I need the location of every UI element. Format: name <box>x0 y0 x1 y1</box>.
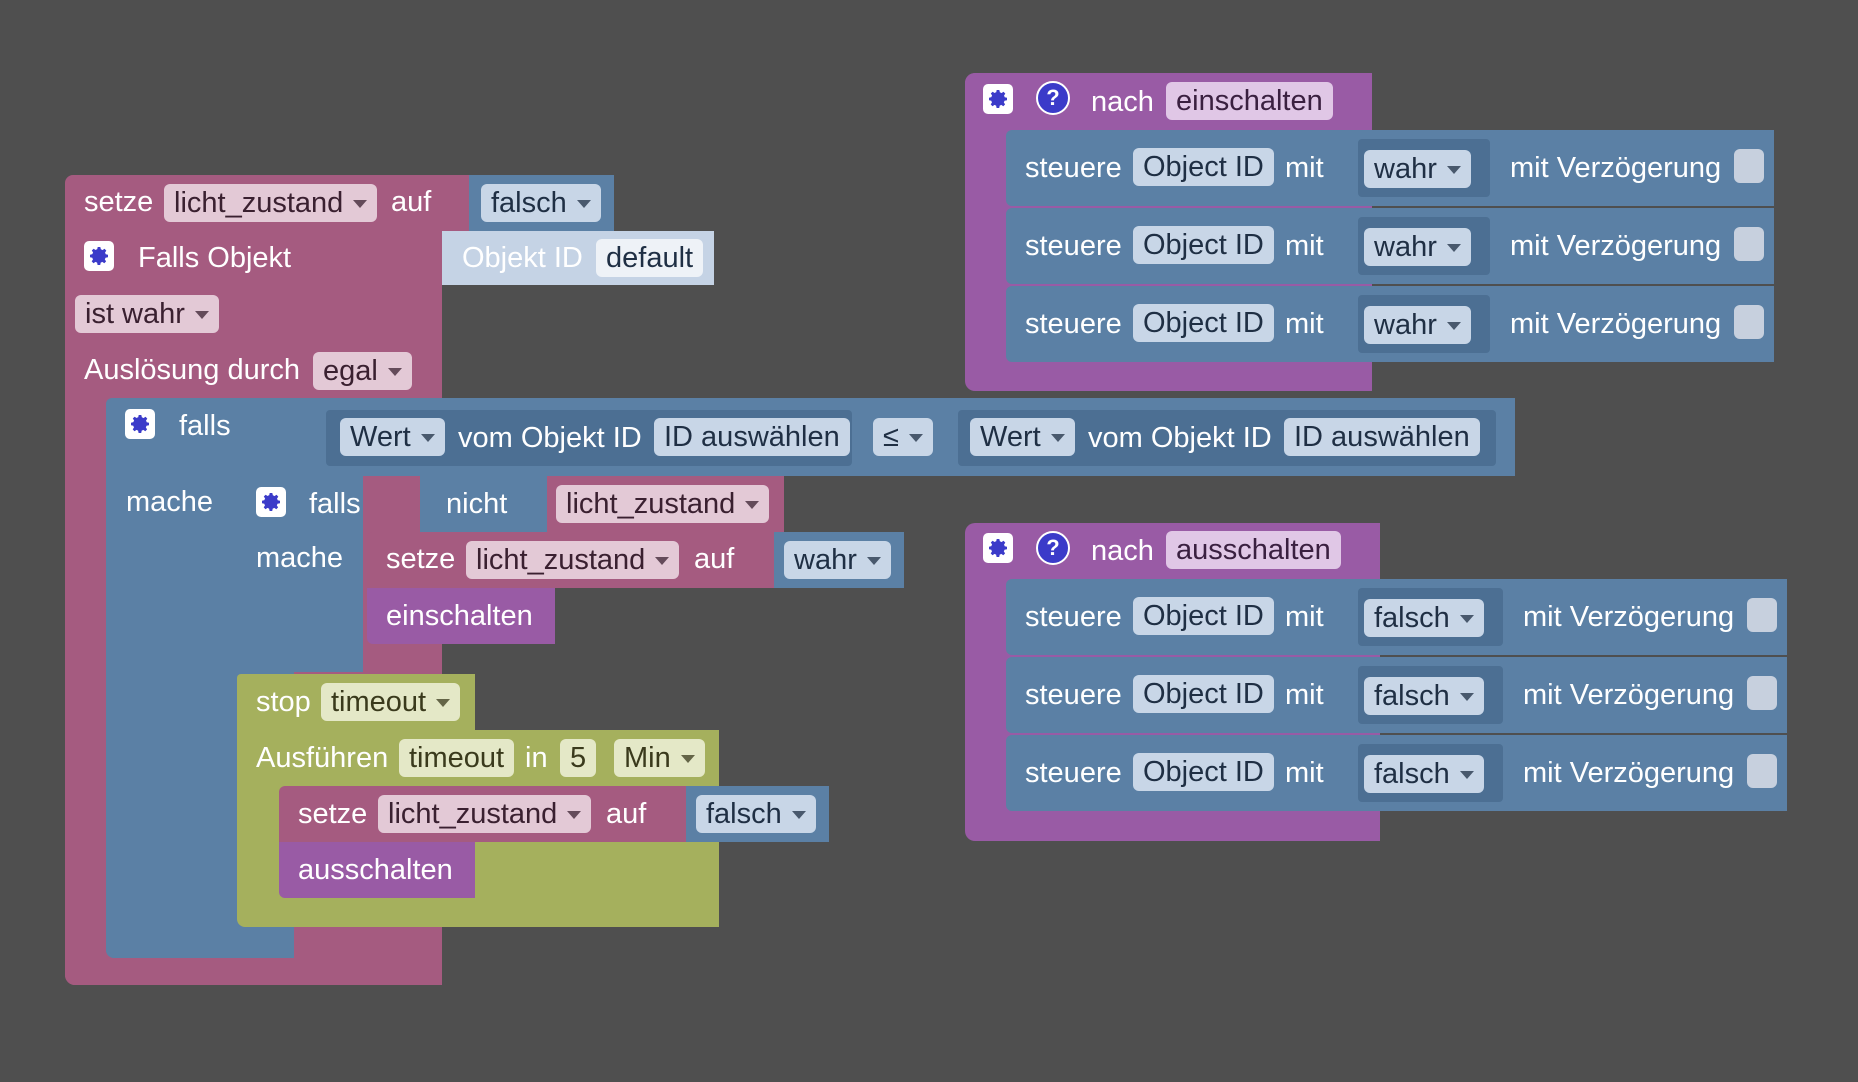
object-id-value[interactable]: default <box>596 239 704 277</box>
function-keyword: nach <box>1091 86 1154 118</box>
variable-dropdown[interactable]: licht_zustand <box>378 795 592 833</box>
object-id-field[interactable]: Object ID <box>1133 597 1274 635</box>
gear-icon[interactable] <box>125 409 155 439</box>
left-of-label: vom Objekt ID <box>458 422 642 454</box>
object-id-field[interactable]: Object ID <box>1133 675 1274 713</box>
cause-dropdown[interactable]: egal <box>313 352 412 390</box>
gear-icon[interactable] <box>84 241 114 271</box>
delay-checkbox[interactable] <box>1734 305 1764 339</box>
timeout-name-field[interactable]: timeout <box>399 739 515 777</box>
trigger-title: Falls Objekt <box>138 242 292 274</box>
delay-checkbox[interactable] <box>1734 227 1764 261</box>
variable-dropdown[interactable]: licht_zustand <box>556 485 770 523</box>
trigger-block-footer <box>65 963 442 985</box>
stop-keyword: stop <box>256 686 311 718</box>
function-name-field[interactable]: einschalten <box>1166 82 1333 120</box>
control-keyword: steuere <box>1025 757 1122 789</box>
object-id-field[interactable]: Object ID <box>1133 226 1274 264</box>
set-keyword: setze <box>386 543 456 575</box>
right-field-dropdown[interactable]: Wert <box>970 418 1075 456</box>
with-label: mit <box>1285 230 1324 262</box>
variable-dropdown[interactable]: licht_zustand <box>466 541 680 579</box>
object-id-field[interactable]: Object ID <box>1133 148 1274 186</box>
value-dropdown[interactable]: falsch <box>1364 755 1484 793</box>
control-keyword: steuere <box>1025 152 1122 184</box>
delay-label: mit Verzögerung <box>1510 230 1722 262</box>
object-id-label: Objekt ID <box>462 242 583 274</box>
to-label: auf <box>606 798 647 830</box>
inner-if-keyword: falls <box>309 488 361 520</box>
right-id-field[interactable]: ID auswählen <box>1284 418 1480 456</box>
function-name-field[interactable]: ausschalten <box>1166 531 1341 569</box>
delay-label: mit Verzögerung <box>1523 757 1735 789</box>
delay-label: mit Verzögerung <box>1510 308 1722 340</box>
with-label: mit <box>1285 601 1324 633</box>
gear-icon[interactable] <box>983 84 1013 114</box>
if-block-footer <box>106 935 294 958</box>
value-dropdown[interactable]: wahr <box>1364 228 1471 266</box>
control-keyword: steuere <box>1025 679 1122 711</box>
call-function-label: ausschalten <box>298 854 453 886</box>
delay-checkbox[interactable] <box>1747 676 1777 710</box>
function-keyword: nach <box>1091 535 1154 567</box>
value-dropdown[interactable]: wahr <box>784 541 891 579</box>
not-keyword: nicht <box>446 488 508 520</box>
set-keyword: setze <box>298 798 368 830</box>
delay-label: mit Verzögerung <box>1510 152 1722 184</box>
with-label: mit <box>1285 757 1324 789</box>
condition-dropdown[interactable]: ist wahr <box>75 295 219 333</box>
left-field-dropdown[interactable]: Wert <box>340 418 445 456</box>
value-dropdown[interactable]: falsch <box>1364 677 1484 715</box>
control-keyword: steuere <box>1025 308 1122 340</box>
set-keyword: setze <box>84 186 154 218</box>
control-keyword: steuere <box>1025 601 1122 633</box>
timeout-dropdown[interactable]: timeout <box>321 683 461 721</box>
with-label: mit <box>1285 152 1324 184</box>
to-label: auf <box>391 186 432 218</box>
value-dropdown[interactable]: falsch <box>696 795 816 833</box>
delay-label: mit Verzögerung <box>1523 679 1735 711</box>
inner-do-keyword: mache <box>256 542 344 574</box>
with-label: mit <box>1285 308 1324 340</box>
gear-icon[interactable] <box>983 533 1013 563</box>
value-dropdown[interactable]: falsch <box>1364 599 1484 637</box>
do-keyword: mache <box>126 486 214 518</box>
control-keyword: steuere <box>1025 230 1122 262</box>
delay-label: mit Verzögerung <box>1523 601 1735 633</box>
value-dropdown[interactable]: wahr <box>1364 306 1471 344</box>
gear-icon[interactable] <box>256 487 286 517</box>
object-id-field[interactable]: Object ID <box>1133 304 1274 342</box>
value-dropdown[interactable]: wahr <box>1364 150 1471 188</box>
delay-checkbox[interactable] <box>1747 598 1777 632</box>
with-label: mit <box>1285 679 1324 711</box>
cause-label: Auslösung durch <box>84 354 301 386</box>
in-label: in <box>525 742 548 774</box>
to-label: auf <box>694 543 735 575</box>
help-icon[interactable]: ? <box>1036 81 1070 115</box>
help-icon[interactable]: ? <box>1036 531 1070 565</box>
delay-checkbox[interactable] <box>1747 754 1777 788</box>
variable-dropdown[interactable]: licht_zustand <box>164 184 378 222</box>
object-id-field[interactable]: Object ID <box>1133 753 1274 791</box>
if-keyword: falls <box>179 410 231 442</box>
right-of-label: vom Objekt ID <box>1088 422 1272 454</box>
amount-field[interactable]: 5 <box>560 739 597 777</box>
operator-dropdown[interactable]: ≤ <box>873 418 933 456</box>
delay-checkbox[interactable] <box>1734 149 1764 183</box>
unit-dropdown[interactable]: Min <box>614 739 705 777</box>
call-function-label: einschalten <box>386 600 533 632</box>
run-keyword: Ausführen <box>256 742 389 774</box>
value-dropdown[interactable]: falsch <box>481 184 601 222</box>
left-id-field[interactable]: ID auswählen <box>654 418 850 456</box>
